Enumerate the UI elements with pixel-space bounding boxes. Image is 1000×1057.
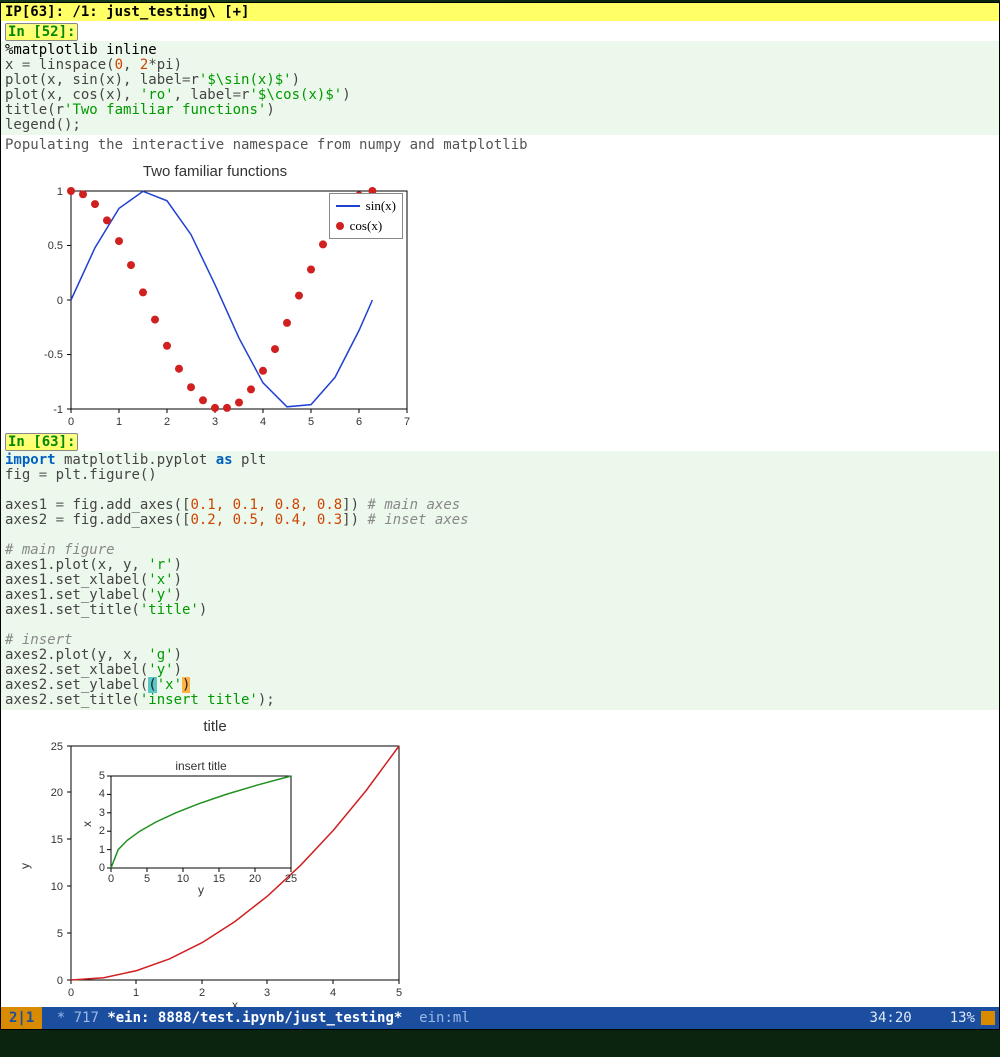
svg-text:3: 3 (212, 416, 218, 427)
svg-text:20: 20 (51, 787, 63, 799)
modeline: 2|1 * 717 *ein: 8888/test.ipynb/just_tes… (1, 1007, 999, 1029)
buffer-content[interactable]: In [52]: %matplotlib inline x = linspace… (1, 21, 999, 1029)
modeline-position: 34:20 (870, 1010, 912, 1026)
svg-text:2: 2 (199, 987, 205, 999)
chart1-legend: sin(x) cos(x) (329, 193, 403, 239)
svg-text:1: 1 (57, 186, 63, 198)
svg-text:25: 25 (285, 873, 297, 885)
window-title: IP[63]: /1: just_testing\ [+] (1, 3, 999, 21)
svg-text:1: 1 (99, 844, 105, 856)
svg-text:3: 3 (264, 987, 270, 999)
svg-text:10: 10 (51, 881, 63, 893)
cursor: ( (148, 677, 156, 693)
svg-text:20: 20 (249, 873, 261, 885)
svg-text:1: 1 (133, 987, 139, 999)
svg-text:15: 15 (213, 873, 225, 885)
cell2-prompt: In [63]: (5, 433, 78, 451)
cell1-input[interactable]: %matplotlib inline x = linspace(0, 2*pi)… (1, 41, 999, 135)
svg-text:-1: -1 (53, 404, 63, 416)
legend-line-icon (336, 205, 360, 207)
svg-text:15: 15 (51, 834, 63, 846)
svg-text:5: 5 (396, 987, 402, 999)
cell1-stdout: Populating the interactive namespace fro… (1, 135, 999, 155)
svg-text:4: 4 (99, 788, 105, 800)
chart2-svg: 0 5 10 15 20 25 0 1 2 3 4 5 (15, 738, 415, 1010)
svg-text:7: 7 (404, 416, 410, 427)
modeline-percent: 13% (950, 1010, 975, 1026)
legend-dot-icon (336, 222, 344, 230)
svg-text:0: 0 (68, 416, 74, 427)
svg-text:y: y (18, 863, 32, 869)
svg-text:5: 5 (57, 928, 63, 940)
svg-text:2: 2 (164, 416, 170, 427)
svg-text:0: 0 (108, 873, 114, 885)
svg-text:5: 5 (99, 770, 105, 782)
svg-text:insert title: insert title (175, 759, 227, 773)
svg-text:0: 0 (99, 862, 105, 874)
svg-text:-0.5: -0.5 (44, 349, 63, 361)
svg-text:2: 2 (99, 825, 105, 837)
svg-text:0.5: 0.5 (48, 240, 63, 252)
chart1-title: Two familiar functions (15, 163, 415, 180)
chart2-title: title (15, 718, 415, 735)
svg-text:4: 4 (260, 416, 266, 427)
svg-text:x: x (80, 821, 94, 827)
modeline-indicator-icon (981, 1011, 995, 1025)
cell2-input[interactable]: import matplotlib.pyplot as plt fig = pl… (1, 451, 999, 710)
svg-text:5: 5 (144, 873, 150, 885)
svg-text:5: 5 (308, 416, 314, 427)
cell1-prompt: In [52]: (5, 23, 78, 41)
svg-text:4: 4 (330, 987, 336, 999)
svg-text:25: 25 (51, 741, 63, 753)
modeline-left-badge: 2|1 (1, 1007, 42, 1029)
cell1-chart: Two familiar functions -1 -0.5 0 0.5 1 0 (1, 155, 999, 431)
svg-text:0: 0 (57, 295, 63, 307)
matching-paren: ) (182, 677, 190, 693)
svg-text:3: 3 (99, 807, 105, 819)
svg-text:0: 0 (57, 975, 63, 987)
svg-text:y: y (198, 883, 204, 897)
svg-text:1: 1 (116, 416, 122, 427)
svg-text:10: 10 (177, 873, 189, 885)
emacs-window: IP[63]: /1: just_testing\ [+] In [52]: %… (0, 2, 1000, 1030)
modeline-filename: *ein: 8888/test.ipynb/just_testing* (107, 1010, 402, 1026)
svg-text:0: 0 (68, 987, 74, 999)
cell2-chart: title 0 5 10 15 20 25 0 (1, 710, 999, 1014)
svg-text:6: 6 (356, 416, 362, 427)
